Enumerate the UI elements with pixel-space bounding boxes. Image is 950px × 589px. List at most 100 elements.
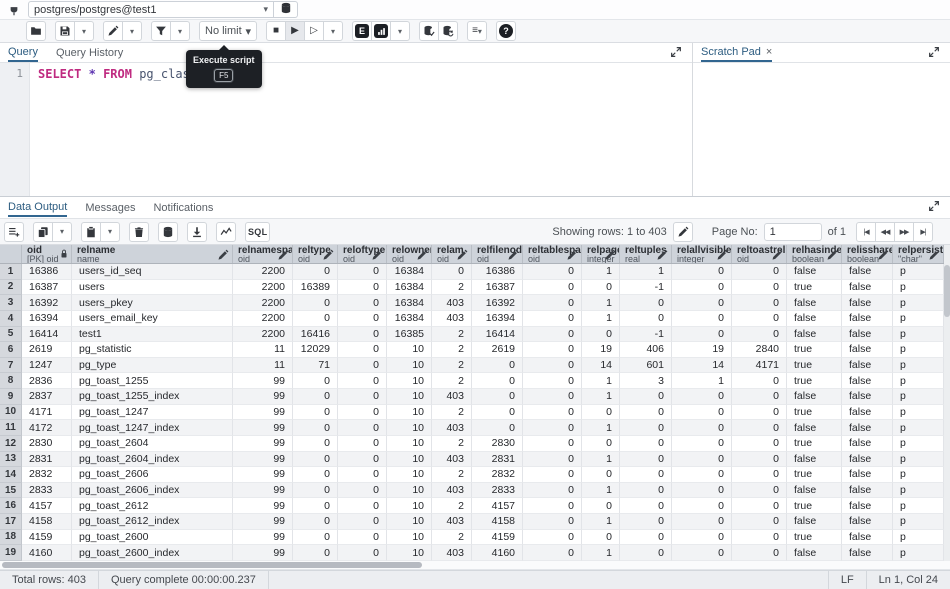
show-sql-button[interactable]: SQL xyxy=(245,222,270,242)
column-header-reltuples[interactable]: reltuplesreal xyxy=(620,245,672,263)
grid-cell[interactable]: 2832 xyxy=(22,467,72,483)
grid-cell[interactable]: 2830 xyxy=(22,436,72,452)
grid-cell[interactable]: 0 xyxy=(523,530,582,546)
grid-cell[interactable]: 1 xyxy=(582,311,620,327)
grid-cell[interactable]: 16414 xyxy=(22,327,72,343)
grid-cell[interactable]: false xyxy=(842,483,893,499)
grid-cell[interactable]: 0 xyxy=(472,373,523,389)
grid-cell[interactable]: 14 xyxy=(672,358,732,374)
grid-cell[interactable]: 0 xyxy=(620,530,672,546)
grid-cell[interactable]: 0 xyxy=(732,452,787,468)
grid-cell[interactable]: 0 xyxy=(523,373,582,389)
close-icon[interactable]: × xyxy=(766,46,772,58)
filter-options-button[interactable]: ▾ xyxy=(170,21,190,41)
grid-cell[interactable]: 0 xyxy=(293,311,338,327)
grid-cell[interactable]: pg_toast_2604_index xyxy=(72,452,233,468)
grid-cell[interactable]: 0 xyxy=(582,280,620,296)
vertical-scrollbar[interactable] xyxy=(944,245,950,561)
grid-cell[interactable]: 0 xyxy=(582,405,620,421)
grid-cell[interactable]: 10 xyxy=(387,483,432,499)
grid-cell[interactable]: 16394 xyxy=(472,311,523,327)
grid-cell[interactable]: 4159 xyxy=(22,530,72,546)
grid-cell[interactable]: 0 xyxy=(338,498,387,514)
row-number[interactable]: 11 xyxy=(0,420,22,436)
row-number[interactable]: 6 xyxy=(0,342,22,358)
grid-cell[interactable]: 0 xyxy=(338,420,387,436)
grid-cell[interactable]: 1 xyxy=(582,420,620,436)
grid-cell[interactable]: 0 xyxy=(732,514,787,530)
grid-cell[interactable]: 0 xyxy=(293,483,338,499)
grid-cell[interactable]: false xyxy=(842,264,893,280)
grid-cell[interactable]: 16384 xyxy=(387,311,432,327)
grid-cell[interactable]: 0 xyxy=(293,514,338,530)
grid-cell[interactable]: 406 xyxy=(620,342,672,358)
grid-cell[interactable]: 601 xyxy=(620,358,672,374)
grid-cell[interactable]: 16392 xyxy=(472,295,523,311)
commit-button[interactable] xyxy=(419,21,439,41)
row-number[interactable]: 2 xyxy=(0,280,22,296)
grid-corner-cell[interactable] xyxy=(0,245,22,263)
column-header-reltoastrelid[interactable]: reltoastrelidoid xyxy=(732,245,787,263)
grid-cell[interactable]: p xyxy=(893,498,944,514)
grid-cell[interactable]: false xyxy=(842,342,893,358)
grid-cell[interactable]: 0 xyxy=(672,530,732,546)
grid-cell[interactable]: 0 xyxy=(732,483,787,499)
column-header-relallvisible[interactable]: relallvisibleinteger xyxy=(672,245,732,263)
grid-cell[interactable]: 0 xyxy=(523,436,582,452)
grid-cell[interactable]: 16387 xyxy=(22,280,72,296)
grid-cell[interactable]: 2837 xyxy=(22,389,72,405)
grid-cell[interactable]: 10 xyxy=(387,530,432,546)
grid-cell[interactable]: 10 xyxy=(387,545,432,561)
grid-cell[interactable]: 0 xyxy=(472,405,523,421)
prev-page-button[interactable]: ◀◀ xyxy=(875,222,895,242)
filter-button[interactable] xyxy=(151,21,171,41)
grid-cell[interactable]: true xyxy=(787,342,842,358)
save-file-button[interactable] xyxy=(55,21,75,41)
grid-cell[interactable]: 4171 xyxy=(22,405,72,421)
horizontal-scrollbar-thumb[interactable] xyxy=(2,562,422,568)
grid-cell[interactable]: 0 xyxy=(338,264,387,280)
grid-cell[interactable]: pg_toast_1247 xyxy=(72,405,233,421)
row-number[interactable]: 3 xyxy=(0,295,22,311)
grid-cell[interactable]: 0 xyxy=(338,311,387,327)
grid-cell[interactable]: 1 xyxy=(582,545,620,561)
grid-cell[interactable]: pg_toast_2606 xyxy=(72,467,233,483)
grid-cell[interactable]: true xyxy=(787,280,842,296)
grid-cell[interactable]: 99 xyxy=(233,373,293,389)
grid-cell[interactable]: false xyxy=(787,545,842,561)
row-number[interactable]: 13 xyxy=(0,452,22,468)
grid-cell[interactable]: false xyxy=(842,420,893,436)
copy-button[interactable] xyxy=(33,222,53,242)
grid-cell[interactable]: false xyxy=(842,530,893,546)
download-results-button[interactable] xyxy=(187,222,207,242)
grid-cell[interactable]: p xyxy=(893,405,944,421)
grid-cell[interactable]: 0 xyxy=(620,436,672,452)
grid-cell[interactable]: users_pkey xyxy=(72,295,233,311)
grid-cell[interactable]: p xyxy=(893,436,944,452)
grid-cell[interactable]: p xyxy=(893,373,944,389)
tab-query-history[interactable]: Query History xyxy=(56,44,123,61)
grid-cell[interactable]: 0 xyxy=(523,311,582,327)
grid-cell[interactable]: 0 xyxy=(523,405,582,421)
grid-cell[interactable]: 1 xyxy=(582,514,620,530)
grid-cell[interactable]: 1247 xyxy=(22,358,72,374)
grid-cell[interactable]: false xyxy=(787,311,842,327)
grid-cell[interactable]: false xyxy=(842,436,893,452)
grid-cell[interactable]: p xyxy=(893,264,944,280)
grid-cell[interactable]: 2840 xyxy=(732,342,787,358)
grid-cell[interactable]: 99 xyxy=(233,405,293,421)
grid-cell[interactable]: 0 xyxy=(620,311,672,327)
macros-button[interactable]: ≡▾ xyxy=(467,21,487,41)
grid-cell[interactable]: false xyxy=(842,311,893,327)
grid-cell[interactable]: 0 xyxy=(523,420,582,436)
grid-cell[interactable]: 0 xyxy=(338,295,387,311)
grid-cell[interactable]: true xyxy=(787,436,842,452)
grid-cell[interactable]: false xyxy=(842,327,893,343)
grid-cell[interactable]: 2 xyxy=(432,358,472,374)
grid-cell[interactable]: 16384 xyxy=(387,280,432,296)
row-number[interactable]: 12 xyxy=(0,436,22,452)
grid-cell[interactable]: p xyxy=(893,530,944,546)
grid-cell[interactable]: 2200 xyxy=(233,311,293,327)
grid-cell[interactable]: 10 xyxy=(387,452,432,468)
grid-cell[interactable]: 0 xyxy=(472,420,523,436)
